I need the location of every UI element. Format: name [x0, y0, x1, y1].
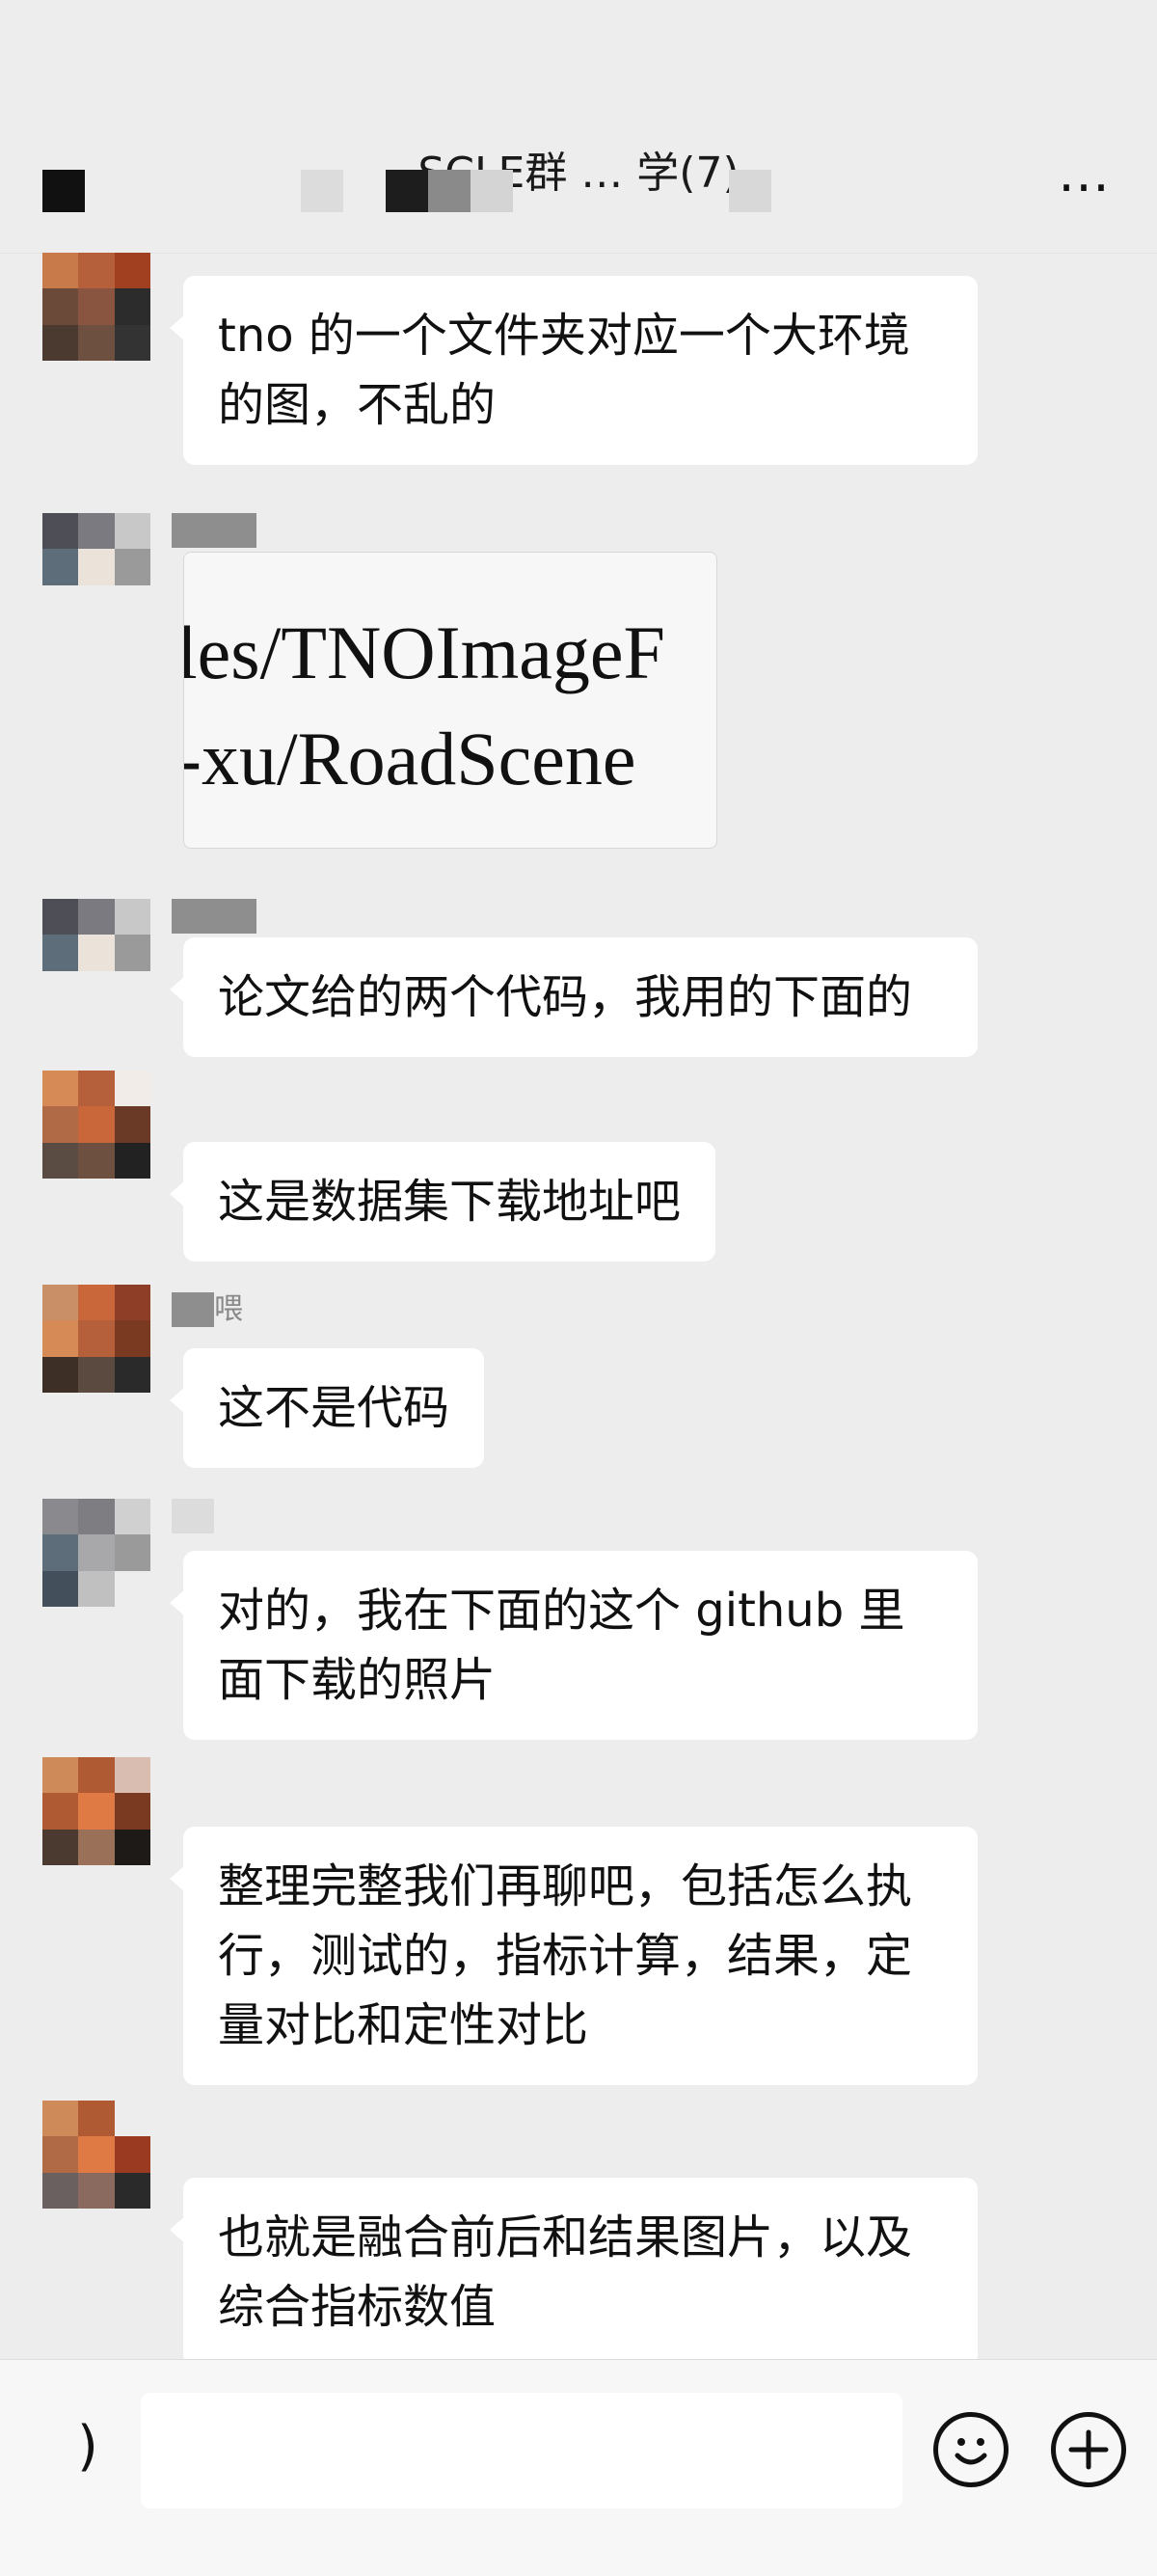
- plus-icon[interactable]: [1051, 2412, 1126, 2487]
- message-bubble[interactable]: 对的，我在下面的这个 github 里面下载的照片: [170, 1551, 978, 1740]
- voice-toggle-button[interactable]: ): [77, 2408, 135, 2485]
- sender-name-redacted: [172, 899, 256, 934]
- chat-header: SCLE群 … 学(7) …: [0, 0, 1157, 254]
- message-text: 这是数据集下载地址吧: [218, 1175, 682, 1229]
- message-bubble[interactable]: 论文给的两个代码，我用的下面的: [170, 937, 978, 1057]
- message-text: 论文给的两个代码，我用的下面的: [218, 970, 913, 1024]
- message-bubble[interactable]: tno 的一个文件夹对应一个大环境的图，不乱的: [170, 276, 978, 465]
- message-text: 也就是融合前后和结果图片，以及综合指标数值: [218, 2210, 913, 2334]
- sender-name-redacted: 喂: [172, 1292, 243, 1327]
- sender-name-redacted: [172, 513, 256, 548]
- sender-name-redacted: [172, 1499, 214, 1533]
- message-bubble[interactable]: 也就是融合前后和结果图片，以及综合指标数值: [170, 2178, 978, 2367]
- avatar[interactable]: [42, 1499, 150, 1607]
- avatar[interactable]: [42, 513, 150, 621]
- avatar[interactable]: [42, 1285, 150, 1393]
- message-bubble[interactable]: 整理完整我们再聊吧，包括怎么执行，测试的，指标计算，结果，定量对比和定性对比: [170, 1827, 978, 2085]
- message-bubble[interactable]: 这不是代码: [169, 1348, 485, 1468]
- input-bar: ): [0, 2359, 1157, 2576]
- smile-icon[interactable]: [933, 2412, 1009, 2487]
- avatar[interactable]: [42, 2101, 150, 2209]
- title-redaction-4: [471, 170, 513, 212]
- title-redaction-1: [301, 170, 343, 212]
- image-text-line-2: -xu/RoadScene: [183, 717, 636, 800]
- avatar[interactable]: [42, 1071, 150, 1179]
- image-message[interactable]: les/TNOImageF -xu/RoadScene: [183, 552, 717, 849]
- message-text: 整理完整我们再聊吧，包括怎么执行，测试的，指标计算，结果，定量对比和定性对比: [218, 1859, 913, 2052]
- avatar[interactable]: [42, 1757, 150, 1865]
- back-button[interactable]: [42, 170, 85, 212]
- message-bubble[interactable]: 这是数据集下载地址吧: [169, 1142, 716, 1261]
- avatar[interactable]: [42, 899, 150, 1007]
- message-input[interactable]: [141, 2393, 902, 2508]
- title-redaction-5: [729, 170, 771, 212]
- image-text-line-1: les/TNOImageF: [183, 610, 665, 694]
- sender-name-fragment: 喂: [214, 1292, 243, 1326]
- title-redaction-2: [386, 170, 428, 212]
- more-menu-icon[interactable]: …: [1051, 148, 1118, 212]
- title-redaction-3: [428, 170, 471, 212]
- avatar[interactable]: [42, 253, 150, 361]
- message-text: 对的，我在下面的这个 github 里面下载的照片: [218, 1584, 905, 1707]
- message-text: tno 的一个文件夹对应一个大环境的图，不乱的: [218, 309, 910, 432]
- message-text: 这不是代码: [218, 1381, 450, 1435]
